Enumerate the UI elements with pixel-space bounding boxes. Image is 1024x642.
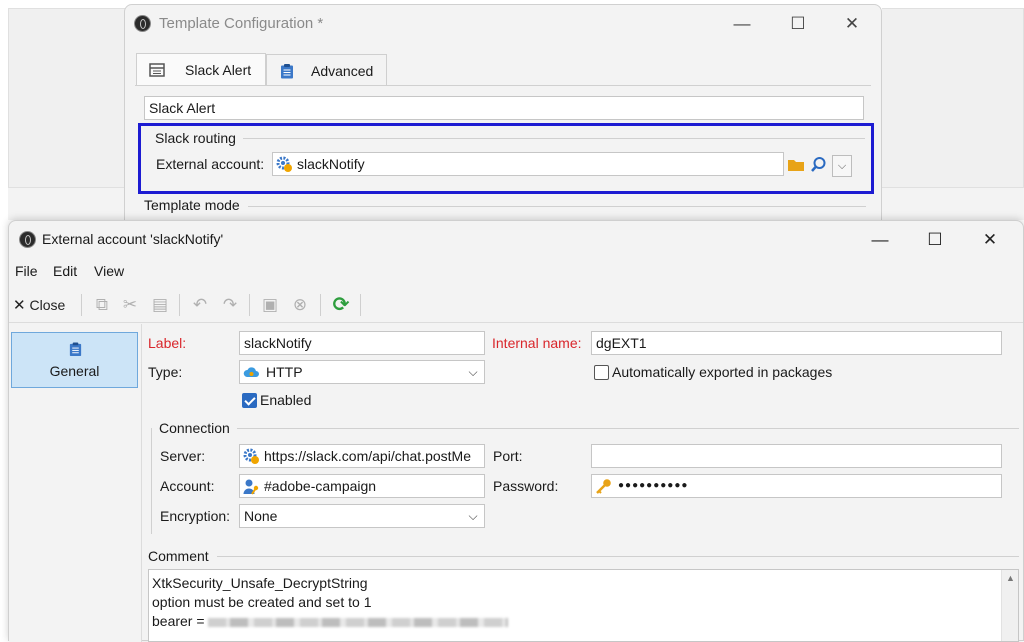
port-field[interactable]: [591, 444, 1002, 468]
app-logo-icon: [134, 15, 151, 32]
maximize-button[interactable]: ☐: [775, 5, 821, 43]
close-button[interactable]: ✕ Close: [13, 293, 65, 317]
comment-textarea[interactable]: XtkSecurity_Unsafe_DecryptString option …: [148, 569, 1019, 642]
comment-title: Comment: [148, 548, 209, 564]
auto-export-label: Automatically exported in packages: [612, 364, 833, 380]
tab-advanced[interactable]: Advanced: [266, 54, 387, 86]
title-bar: External account 'slackNotify' — ☐ ✕: [9, 221, 1023, 259]
port-label: Port:: [493, 448, 523, 464]
close-window-button[interactable]: ✕: [967, 221, 1013, 259]
group-separator: [237, 428, 1019, 429]
group-separator: [217, 556, 1019, 557]
comment-line: bearer =: [152, 613, 205, 629]
server-field[interactable]: https://slack.com/api/chat.postMe: [239, 444, 485, 468]
label-label: Label:: [148, 335, 187, 351]
title-bar: Template Configuration * — ☐ ✕: [125, 5, 881, 43]
app-logo-icon: [19, 231, 36, 248]
sidebar: General: [9, 324, 142, 642]
user-key-icon: [243, 479, 259, 495]
cancel-icon[interactable]: ⊗: [289, 293, 311, 317]
menu-edit[interactable]: Edit: [53, 263, 77, 279]
minimize-button[interactable]: —: [857, 221, 903, 259]
type-label: Type:: [148, 364, 183, 380]
toolbar-separator: [320, 294, 321, 316]
close-icon: ✕: [13, 297, 26, 314]
gear-account-icon: [243, 448, 259, 464]
form-icon: [149, 63, 165, 77]
comment-line-3: bearer =: [152, 612, 1015, 631]
toolbar-separator: [360, 294, 361, 316]
comment-line: XtkSecurity_Unsafe_DecryptString: [152, 575, 368, 591]
save-icon[interactable]: ▣: [259, 293, 281, 317]
background-pane-left: [8, 8, 125, 188]
encryption-value: None: [244, 508, 278, 524]
tab-label: Advanced: [311, 63, 374, 79]
tab-divider: [135, 85, 871, 86]
menu-file[interactable]: File: [15, 263, 38, 279]
toolbar-separator: [81, 294, 82, 316]
label-field[interactable]: slackNotify: [239, 331, 485, 355]
toolbar-separator: [249, 294, 250, 316]
redacted-token: [208, 617, 509, 627]
clipboard-icon: [281, 64, 293, 79]
password-label: Password:: [493, 478, 559, 494]
maximize-button[interactable]: ☐: [912, 221, 958, 259]
account-label: Account:: [160, 478, 215, 494]
comment-line: option must be created and set to 1: [152, 594, 372, 610]
menu-view[interactable]: View: [94, 263, 124, 279]
close-label: Close: [29, 297, 66, 313]
account-field[interactable]: #adobe-campaign: [239, 474, 485, 498]
type-select[interactable]: HTTP ⌵: [239, 360, 485, 384]
refresh-icon[interactable]: ⟳: [330, 293, 352, 317]
enabled-checkbox[interactable]: [242, 393, 257, 408]
auto-export-checkbox[interactable]: [594, 365, 609, 380]
type-value: HTTP: [266, 364, 303, 380]
template-configuration-window: Template Configuration * — ☐ ✕ Slack Ale…: [124, 4, 882, 229]
toolbar: ✕ Close ⧉ ✂ ▤ ↶ ↷ ▣ ⊗ ⟳: [9, 287, 1023, 323]
internal-name-label: Internal name:: [492, 335, 582, 351]
encryption-select[interactable]: None ⌵: [239, 504, 485, 528]
redo-icon[interactable]: ↷: [219, 293, 241, 317]
account-value: #adobe-campaign: [264, 478, 377, 494]
password-field[interactable]: ●●●●●●●●●●: [591, 474, 1002, 498]
encryption-label: Encryption:: [160, 508, 231, 524]
vertical-scrollbar[interactable]: ▲: [1001, 570, 1018, 641]
server-value: https://slack.com/api/chat.postMe: [264, 448, 471, 464]
cloud-icon: [243, 367, 259, 377]
background-pane-right: [882, 8, 1024, 188]
scroll-up-icon[interactable]: ▲: [1002, 570, 1018, 587]
minimize-button[interactable]: —: [719, 5, 765, 43]
slack-routing-highlight: [138, 123, 874, 194]
toolbar-separator: [179, 294, 180, 316]
chevron-down-icon: ⌵: [468, 365, 478, 379]
tab-label: Slack Alert: [185, 62, 252, 78]
window-title: Template Configuration *: [159, 15, 324, 32]
enabled-label: Enabled: [260, 392, 312, 408]
template-name-field[interactable]: Slack Alert: [144, 96, 864, 120]
group-separator: [248, 206, 866, 207]
cut-icon[interactable]: ✂: [119, 293, 141, 317]
internal-name-field[interactable]: dgEXT1: [591, 331, 1002, 355]
close-window-button[interactable]: ✕: [829, 5, 875, 43]
password-value: ●●●●●●●●●●: [618, 480, 689, 491]
connection-title: Connection: [159, 420, 230, 436]
chevron-down-icon: ⌵: [468, 509, 478, 523]
sidebar-item-general[interactable]: General: [11, 332, 138, 388]
menu-bar: File Edit View: [9, 259, 1023, 283]
group-border: [151, 428, 152, 534]
undo-icon[interactable]: ↶: [189, 293, 211, 317]
clipboard-icon: [69, 342, 82, 357]
key-icon: [596, 479, 611, 494]
copy-icon[interactable]: ⧉: [91, 293, 113, 317]
paste-icon[interactable]: ▤: [149, 293, 171, 317]
template-mode-label: Template mode: [144, 197, 240, 213]
external-account-window: External account 'slackNotify' — ☐ ✕ Fil…: [8, 220, 1024, 642]
tab-slack-alert[interactable]: Slack Alert: [136, 53, 266, 85]
server-label: Server:: [160, 448, 206, 464]
sidebar-item-label: General: [49, 363, 100, 379]
window-title: External account 'slackNotify': [42, 231, 224, 247]
